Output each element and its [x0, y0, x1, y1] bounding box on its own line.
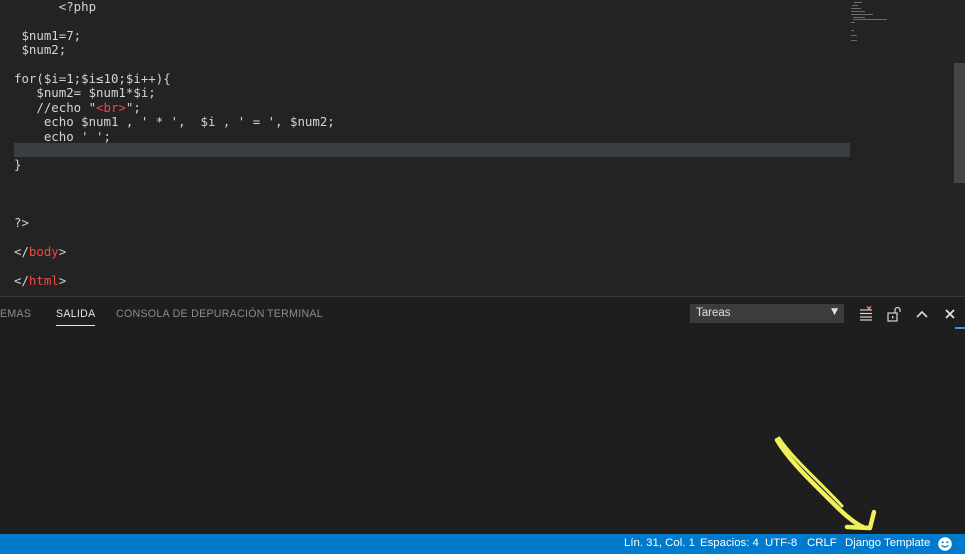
status-indentation[interactable]: Espacios: 4 — [700, 537, 759, 549]
code-line[interactable]: } — [14, 158, 21, 172]
code-token: html — [28, 272, 59, 288]
code-line[interactable]: echo ' '; — [14, 128, 111, 144]
code-token: <?php — [14, 0, 97, 14]
output-panel: EMAS SALIDA CONSOLA DE DEPURACIÓN TERMIN… — [0, 296, 965, 534]
code-token: $num2; — [14, 42, 67, 58]
code-token: </ — [14, 243, 29, 259]
chevron-down-icon: ▼ — [831, 307, 838, 317]
clear-output-icon[interactable] — [858, 306, 874, 322]
code-line[interactable]: </body> — [14, 243, 67, 259]
code-line[interactable]: //echo "<br>"; — [14, 99, 141, 115]
code-token: body — [28, 243, 59, 259]
code-line[interactable]: $num1=7; — [14, 27, 82, 43]
tab-salida[interactable]: SALIDA — [56, 308, 96, 326]
code-token: echo ' '; — [14, 128, 111, 144]
code-token: //echo " — [14, 99, 97, 115]
code-token: $num1=7; — [14, 27, 82, 43]
code-token: ?> — [14, 215, 29, 230]
code-editor[interactable]: <?php $num1=7; $num2; for($i=1;$i≤10;$i++… — [0, 0, 965, 296]
code-line[interactable]: $num2= $num1*$i; — [14, 85, 156, 101]
lock-scroll-icon[interactable] — [886, 306, 902, 322]
code-line[interactable]: </html> — [14, 272, 67, 288]
code-token: for($i=1;$i≤10;$i++){ — [14, 71, 171, 86]
status-cursor-position[interactable]: Lín. 31, Col. 1 — [624, 537, 695, 549]
code-line[interactable]: ?> — [14, 215, 29, 230]
code-line[interactable]: echo $num1 , ' * ', $i , ' = ', $num2; — [14, 114, 335, 130]
code-line[interactable]: for($i=1;$i≤10;$i++){ — [14, 71, 171, 86]
status-encoding[interactable]: UTF-8 — [765, 537, 797, 549]
output-channel-select[interactable]: Tareas ▼ — [690, 304, 844, 323]
code-line[interactable]: <?php — [14, 0, 96, 14]
chevron-up-icon[interactable] — [914, 306, 930, 322]
close-icon[interactable] — [942, 306, 958, 322]
current-line-highlight — [14, 143, 850, 158]
code-token: $num2= $num1*$i; — [14, 85, 156, 101]
tab-consola-depuracion[interactable]: CONSOLA DE DEPURACIÓN — [116, 308, 265, 320]
scrollbar-thumb[interactable] — [954, 63, 965, 183]
code-token: echo $num1 , ' * ', $i , ' = ', $num2; — [14, 114, 335, 130]
tab-problemas[interactable]: EMAS — [0, 308, 31, 320]
minimap[interactable] — [848, 0, 908, 60]
code-token: } — [14, 157, 22, 173]
code-token: </ — [14, 272, 29, 288]
code-token: <br> — [96, 99, 126, 115]
smiley-icon[interactable] — [937, 536, 953, 552]
tab-terminal[interactable]: TERMINAL — [267, 308, 323, 320]
panel-scroll-indicator — [955, 327, 965, 329]
status-eol[interactable]: CRLF — [807, 537, 837, 549]
status-language-mode[interactable]: Django Template — [845, 537, 930, 549]
output-channel-value: Tareas — [696, 307, 731, 319]
code-token: > — [58, 243, 67, 259]
code-line[interactable]: $num2; — [14, 42, 67, 58]
code-token: "; — [125, 99, 141, 115]
status-bar: Lín. 31, Col. 1 Espacios: 4 UTF-8 CRLF D… — [0, 534, 965, 554]
code-token: > — [58, 272, 67, 288]
